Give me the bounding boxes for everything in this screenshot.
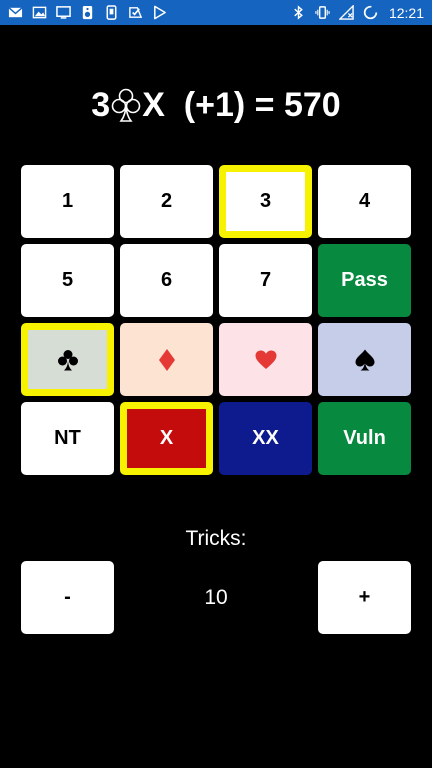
bluetooth-icon xyxy=(291,5,306,20)
diamonds-button[interactable] xyxy=(120,323,213,396)
level-7-label: 7 xyxy=(259,269,272,291)
minus-label: - xyxy=(64,586,71,608)
level-3-label: 3 xyxy=(259,190,272,212)
redouble-button[interactable]: XX xyxy=(219,402,312,475)
vibrate-icon xyxy=(315,5,330,20)
check-icon xyxy=(128,5,143,20)
status-time: 12:21 xyxy=(388,4,424,21)
double-button[interactable]: X xyxy=(120,402,213,475)
spade-icon xyxy=(355,349,374,370)
contract-doubled: X xyxy=(142,85,165,124)
play-store-icon xyxy=(152,5,167,20)
status-bar: 12:21 xyxy=(0,0,432,25)
level-4-label: 4 xyxy=(358,190,371,212)
level-3-button[interactable]: 3 xyxy=(219,165,312,238)
contract-overtricks: (+1) xyxy=(183,85,246,124)
level-2-label: 2 xyxy=(160,190,173,212)
tricks-value: 10 xyxy=(204,586,228,609)
club-icon xyxy=(57,349,78,370)
nt-label: NT xyxy=(54,427,81,449)
double-label: X xyxy=(159,427,174,449)
level-5-label: 5 xyxy=(61,269,74,291)
level-7-button[interactable]: 7 xyxy=(219,244,312,317)
clubs-button[interactable] xyxy=(21,323,114,396)
monitor-icon xyxy=(56,5,71,20)
diamond-icon xyxy=(158,348,175,371)
screen: 12:21 3X (+1) = 570 1 2 3 4 5 6 7 Pass N… xyxy=(0,0,432,768)
redouble-label: XX xyxy=(252,427,279,449)
contract-score-value: 570 xyxy=(283,85,341,124)
heart-icon xyxy=(255,350,276,369)
level-5-button[interactable]: 5 xyxy=(21,244,114,317)
tricks-minus-button[interactable]: - xyxy=(21,561,114,634)
tricks-label: Tricks: xyxy=(185,527,247,550)
phone-icon xyxy=(104,5,119,20)
vuln-label: Vuln xyxy=(343,427,386,449)
no-trump-button[interactable]: NT xyxy=(21,402,114,475)
tricks-plus-button[interactable]: + xyxy=(318,561,411,634)
pass-label: Pass xyxy=(341,269,388,291)
contract-level: 3 xyxy=(91,85,111,124)
plus-label: + xyxy=(358,586,371,608)
level-1-button[interactable]: 1 xyxy=(21,165,114,238)
club-outline-icon xyxy=(111,88,141,122)
no-signal-icon xyxy=(338,5,354,20)
mail-icon xyxy=(8,5,23,20)
photo-icon xyxy=(32,5,47,20)
level-6-button[interactable]: 6 xyxy=(120,244,213,317)
contract-equals: = xyxy=(254,85,275,124)
level-2-button[interactable]: 2 xyxy=(120,165,213,238)
contract-score: 3X (+1) = 570 xyxy=(0,80,432,130)
hearts-button[interactable] xyxy=(219,323,312,396)
vulnerable-button[interactable]: Vuln xyxy=(318,402,411,475)
level-1-label: 1 xyxy=(61,190,74,212)
battery-charging-icon xyxy=(363,5,378,20)
speaker-icon xyxy=(80,5,95,20)
level-6-label: 6 xyxy=(160,269,173,291)
spades-button[interactable] xyxy=(318,323,411,396)
level-4-button[interactable]: 4 xyxy=(318,165,411,238)
pass-button[interactable]: Pass xyxy=(318,244,411,317)
